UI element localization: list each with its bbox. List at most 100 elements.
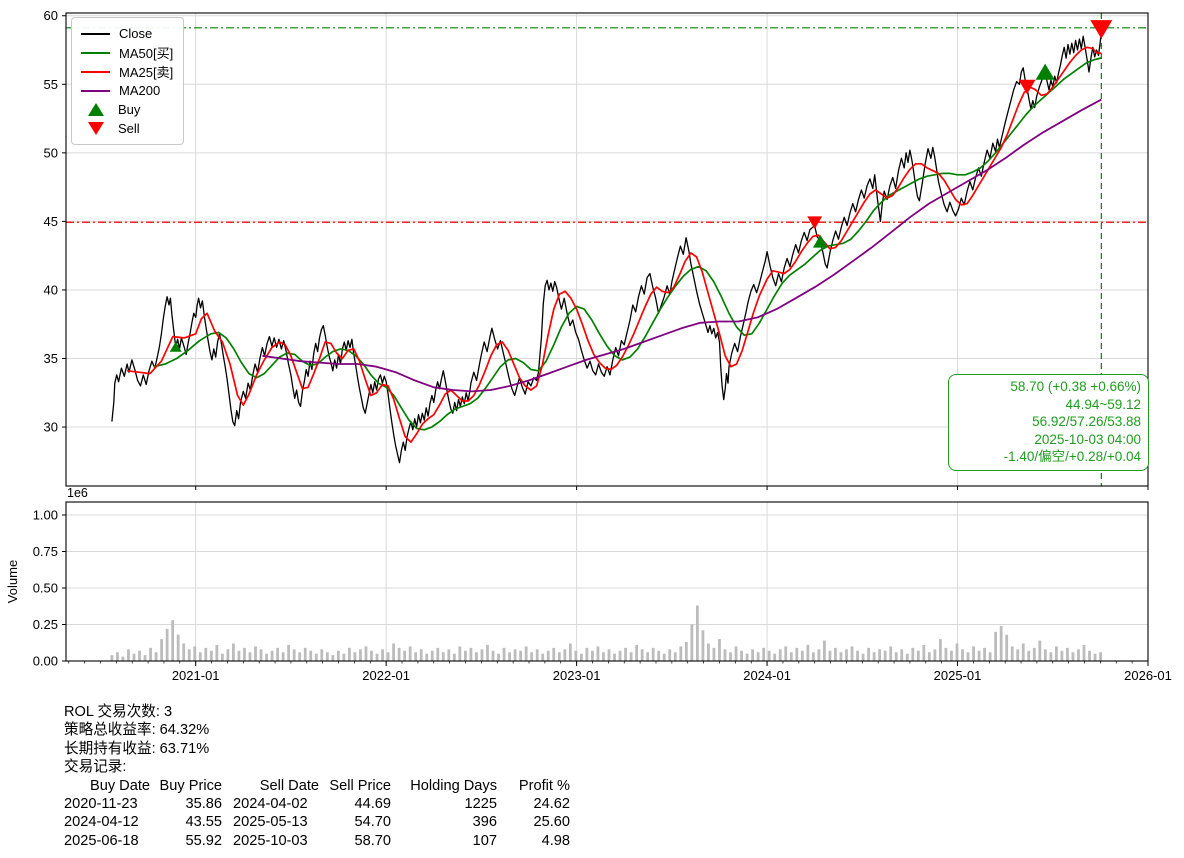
axes-frames bbox=[66, 13, 1148, 661]
volume-bar bbox=[144, 655, 147, 661]
volume-bar bbox=[298, 652, 301, 661]
volume-bar bbox=[276, 648, 279, 661]
sell-marker[interactable] bbox=[1090, 20, 1112, 39]
volume-bar bbox=[939, 639, 942, 661]
volume-bar bbox=[591, 651, 594, 661]
volume-bar bbox=[530, 652, 533, 661]
volume-bar bbox=[166, 629, 169, 661]
trade-col-header: Holding Days bbox=[391, 777, 497, 795]
volume-bar bbox=[994, 632, 997, 661]
volume-tick-label: 0.75 bbox=[33, 544, 58, 559]
trade-col-header: Buy Date bbox=[64, 777, 150, 795]
sell-marker[interactable] bbox=[1019, 80, 1036, 94]
legend-item-ma200: MA200 bbox=[81, 81, 173, 100]
volume-bar bbox=[1094, 654, 1097, 661]
volume-bar bbox=[586, 648, 589, 661]
volume-bar bbox=[414, 652, 417, 661]
volume-bar bbox=[265, 654, 268, 661]
volume-bar bbox=[541, 654, 544, 661]
trade-table-row: 2024-04-1243.552025-05-1354.7039625.60 bbox=[64, 813, 570, 831]
volume-bar bbox=[829, 651, 832, 661]
volume-bar bbox=[464, 651, 467, 661]
volume-bar bbox=[525, 646, 528, 661]
volume-bar bbox=[729, 652, 732, 661]
price-tick-label: 45 bbox=[44, 214, 58, 229]
price-tick-label: 55 bbox=[44, 77, 58, 92]
volume-bar bbox=[972, 646, 975, 661]
volume-bar bbox=[602, 652, 605, 661]
volume-bar bbox=[221, 654, 224, 661]
trade-cell: 1225 bbox=[391, 795, 497, 813]
volume-bar bbox=[447, 649, 450, 661]
volume-bar bbox=[895, 652, 898, 661]
volume-bar bbox=[878, 649, 881, 661]
volume-bar bbox=[779, 649, 782, 661]
trade-table: Buy DateBuy PriceSell DateSell PriceHold… bbox=[64, 777, 570, 851]
legend-label: MA25[卖] bbox=[119, 62, 173, 81]
volume-bar bbox=[613, 654, 616, 661]
volume-bar bbox=[420, 649, 423, 661]
volume-bar bbox=[492, 651, 495, 661]
volume-bar bbox=[624, 648, 627, 661]
volume-bar bbox=[580, 654, 583, 661]
volume-bar bbox=[933, 649, 936, 661]
volume-bar bbox=[271, 651, 274, 661]
legend-item-ma50-: MA50[买] bbox=[81, 43, 173, 62]
price-tick-label: 50 bbox=[44, 145, 58, 160]
volume-bar bbox=[547, 651, 550, 661]
volume-bar bbox=[961, 649, 964, 661]
volume-bar bbox=[497, 654, 500, 661]
buy-triangle-icon bbox=[88, 103, 104, 116]
volume-bar bbox=[1038, 641, 1041, 661]
volume-bar bbox=[801, 651, 804, 661]
volume-bar bbox=[569, 643, 572, 661]
legend-label: Buy bbox=[118, 102, 140, 117]
volume-bar bbox=[226, 649, 229, 661]
volume-bar bbox=[381, 649, 384, 661]
volume-bar bbox=[845, 649, 848, 661]
buy-marker[interactable] bbox=[813, 235, 828, 248]
legend-item-buy: Buy bbox=[81, 100, 173, 119]
legend-item-sell: Sell bbox=[81, 119, 173, 138]
volume-bar bbox=[215, 645, 218, 661]
trade-cell: 396 bbox=[391, 813, 497, 831]
trade-cell: 58.70 bbox=[319, 832, 391, 850]
legend-label: MA200 bbox=[119, 83, 160, 98]
volume-bar bbox=[409, 646, 412, 661]
volume-bar bbox=[746, 654, 749, 661]
trade-cell: 2024-04-02 bbox=[233, 795, 319, 813]
volume-bar bbox=[983, 648, 986, 661]
trade-cell: 4.98 bbox=[497, 832, 570, 850]
volume-bar bbox=[232, 643, 235, 661]
axis-ticks bbox=[62, 16, 1148, 666]
volume-bar bbox=[354, 652, 357, 661]
volume-bar bbox=[1016, 649, 1019, 661]
volume-bar bbox=[889, 646, 892, 661]
legend-line-swatch bbox=[81, 33, 110, 35]
volume-bar bbox=[458, 646, 461, 661]
volume-bar bbox=[260, 649, 263, 661]
volume-bar bbox=[359, 649, 362, 661]
volume-bar bbox=[398, 648, 401, 661]
volume-bar bbox=[392, 643, 395, 661]
volume-bar bbox=[309, 651, 312, 661]
volume-bar bbox=[508, 652, 511, 661]
volume-bar bbox=[370, 651, 373, 661]
trade-cell: 44.69 bbox=[319, 795, 391, 813]
trade-cell: 2025-06-18 bbox=[64, 832, 150, 850]
volume-bar bbox=[403, 651, 406, 661]
volume-bar bbox=[387, 652, 390, 661]
volume-bar bbox=[718, 639, 721, 661]
volume-bar bbox=[989, 652, 992, 661]
buy-marker[interactable] bbox=[1036, 64, 1055, 80]
volume-bar bbox=[685, 642, 688, 661]
volume-bar bbox=[773, 654, 776, 661]
annotation-line: 58.70 (+0.38 +0.66%) bbox=[955, 378, 1141, 396]
volume-bar bbox=[199, 652, 202, 661]
volume-bar bbox=[188, 649, 191, 661]
volume-bar bbox=[320, 649, 323, 661]
volume-bar bbox=[1027, 651, 1030, 661]
price-tick-label: 60 bbox=[44, 8, 58, 23]
volume-bar bbox=[111, 655, 114, 661]
volume-bar bbox=[724, 649, 727, 661]
